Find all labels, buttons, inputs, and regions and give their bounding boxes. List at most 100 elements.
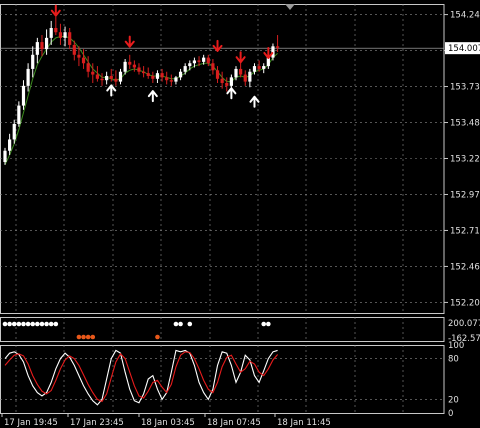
- candle-body: [252, 66, 257, 72]
- chart-root[interactable]: 154.245153.990153.735153.480153.225152.9…: [0, 0, 480, 428]
- price-y-tick-label: 153.480: [450, 119, 480, 129]
- candle-body: [8, 139, 12, 151]
- white-signal-dot: [266, 321, 271, 327]
- candle-body: [31, 54, 35, 69]
- candle-body: [100, 78, 104, 81]
- candle-body: [114, 78, 118, 82]
- candle-body: [146, 73, 150, 76]
- candle-body: [63, 32, 67, 38]
- price-y-tick-label: 152.205: [450, 298, 480, 308]
- stochastic-y-tick-label: 100: [448, 341, 464, 351]
- x-tick-label: 18 Jan 07:45: [207, 418, 261, 428]
- white-signal-dot: [261, 321, 267, 327]
- current-price-label: 154.007: [448, 44, 480, 54]
- candle-body: [77, 54, 81, 58]
- white-signal-dot: [53, 321, 59, 327]
- candle-body: [35, 42, 39, 55]
- price-y-tick-label: 152.715: [450, 226, 480, 236]
- candle-body: [95, 74, 99, 79]
- candle-body: [58, 32, 63, 38]
- candle-body: [234, 68, 238, 78]
- candle-body: [271, 46, 275, 58]
- price-y-tick-label: 152.970: [450, 190, 480, 200]
- white-signal-dot: [11, 321, 17, 327]
- white-signal-dot: [16, 321, 22, 327]
- candle-body: [21, 85, 26, 106]
- candle-body: [118, 71, 123, 82]
- candle-body: [178, 71, 183, 78]
- candle-body: [215, 70, 220, 79]
- candle-body: [3, 150, 7, 163]
- orange-signal-dot: [76, 334, 82, 340]
- candle-body: [128, 61, 132, 65]
- candle-body: [275, 46, 280, 48]
- candle-body: [243, 74, 247, 82]
- candle-body: [202, 57, 206, 62]
- candle-body: [229, 77, 233, 86]
- white-signal-dot: [39, 321, 45, 327]
- candle-body: [174, 77, 178, 82]
- dots-y-tick-label: 200.0772: [448, 319, 480, 329]
- orange-signal-dot: [85, 334, 91, 340]
- candle-body: [239, 68, 243, 75]
- x-tick-label: 17 Jan 23:45: [70, 418, 124, 428]
- candle-body: [165, 77, 169, 81]
- white-signal-dot: [21, 321, 26, 327]
- candle-body: [12, 123, 16, 140]
- candle-body: [220, 78, 224, 84]
- orange-signal-dot: [90, 334, 96, 340]
- candle-body: [197, 60, 201, 62]
- candle-body: [160, 73, 164, 78]
- candle-body: [169, 80, 173, 82]
- candle-body: [142, 71, 146, 74]
- candle-body: [188, 63, 192, 67]
- x-tick-label: 18 Jan 11:45: [277, 418, 331, 428]
- white-signal-dot: [178, 321, 183, 327]
- price-y-tick-label: 152.460: [450, 262, 480, 272]
- candle-body: [262, 66, 266, 69]
- x-tick-label: 18 Jan 03:45: [141, 418, 195, 428]
- candle-body: [44, 37, 49, 50]
- candle-body: [17, 105, 21, 124]
- orange-signal-dot: [155, 334, 160, 340]
- white-signal-dot: [44, 321, 49, 327]
- white-signal-dot: [35, 321, 40, 327]
- candle-body: [54, 27, 58, 33]
- white-signal-dot: [30, 321, 36, 327]
- stochastic-y-tick-label: 80: [448, 355, 459, 365]
- candle-body: [86, 63, 90, 72]
- candle-body: [206, 57, 210, 64]
- candle-body: [26, 68, 30, 86]
- candle-body: [109, 75, 113, 79]
- candle-body: [40, 42, 44, 50]
- candle-body: [72, 44, 76, 55]
- candle-body: [68, 32, 72, 45]
- white-signal-dot: [173, 321, 179, 327]
- candle-body: [183, 66, 187, 72]
- candle-body: [91, 71, 95, 75]
- orange-signal-dot: [81, 334, 86, 340]
- stochastic-y-tick-label: 20: [448, 395, 459, 405]
- chart-background: [0, 0, 480, 428]
- candle-body: [49, 27, 53, 38]
- price-y-tick-label: 153.225: [450, 155, 480, 165]
- white-signal-dot: [7, 321, 12, 327]
- candle-body: [151, 75, 155, 79]
- white-signal-dot: [48, 321, 54, 327]
- candle-body: [81, 57, 86, 64]
- candle-body: [105, 75, 109, 81]
- candle-body: [211, 63, 215, 71]
- candle-body: [248, 71, 252, 82]
- candle-body: [155, 73, 160, 79]
- price-y-tick-label: 154.245: [450, 11, 480, 21]
- candle-body: [192, 60, 197, 64]
- candle-body: [257, 66, 261, 69]
- white-signal-dot: [25, 321, 31, 327]
- white-signal-dot: [2, 321, 8, 327]
- white-signal-dot: [187, 321, 193, 327]
- x-tick-label: 17 Jan 19:45: [4, 418, 58, 428]
- candle-body: [123, 61, 127, 72]
- candle-body: [137, 67, 141, 72]
- stochastic-y-tick-label: 0: [448, 409, 453, 419]
- candle-body: [132, 64, 136, 68]
